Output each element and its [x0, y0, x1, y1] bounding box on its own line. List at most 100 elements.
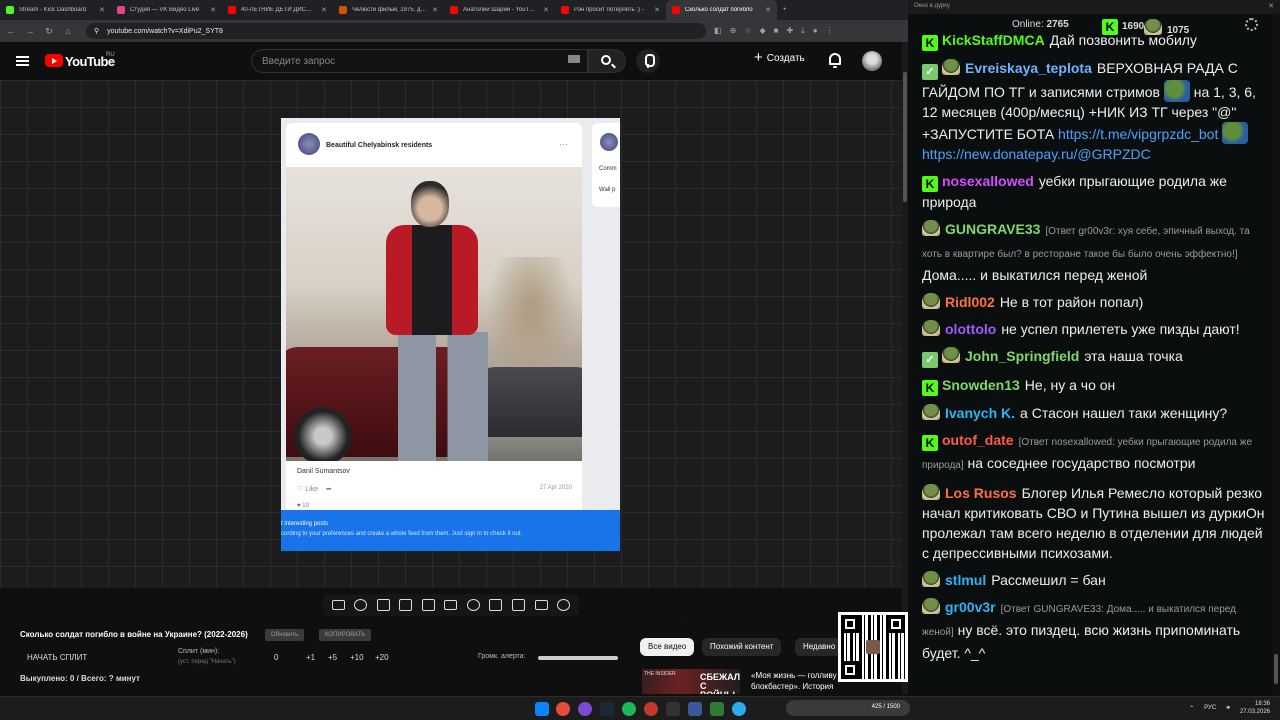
- chip-similar[interactable]: Похожий контент: [702, 638, 782, 656]
- picture-in-picture-icon[interactable]: [421, 599, 435, 611]
- site-info-icon[interactable]: ⚲: [94, 27, 99, 35]
- avatar[interactable]: [862, 51, 882, 71]
- browser-tab[interactable]: Рэн просит потерпеть :) - ✕: [555, 0, 666, 20]
- zoom-icon[interactable]: ⊕: [730, 26, 737, 36]
- spotify-icon[interactable]: [622, 702, 636, 716]
- chat-username[interactable]: Ridl002: [945, 294, 995, 310]
- loop-icon[interactable]: [331, 600, 345, 610]
- chat-link[interactable]: https://new.donatepay.ru/@GRPZDC: [922, 146, 1151, 162]
- profile-icon[interactable]: ●: [813, 26, 818, 36]
- chip-all-videos[interactable]: Все видео: [640, 638, 695, 656]
- create-button[interactable]: + Создать: [754, 50, 805, 65]
- download-icon[interactable]: ⤓: [801, 26, 805, 36]
- extension-icon[interactable]: ■: [774, 26, 779, 36]
- split-add-1-button[interactable]: +1: [306, 653, 315, 662]
- reload-icon[interactable]: ↻: [41, 26, 57, 37]
- search-button[interactable]: [588, 49, 626, 73]
- tray-widget[interactable]: 425 / 1500: [786, 700, 910, 716]
- split-add-20-button[interactable]: +20: [375, 653, 389, 662]
- extension-icon[interactable]: ◆: [759, 26, 765, 36]
- star-icon[interactable]: ☆: [744, 26, 751, 36]
- browser-tab[interactable]: Студия — VK Видео Live ✕: [111, 0, 222, 20]
- chat-username[interactable]: Los Rusos: [945, 485, 1017, 501]
- browser-tab[interactable]: Челюсти фильм, 1975, дата ✕: [333, 0, 444, 20]
- alert-volume-slider[interactable]: [538, 656, 618, 660]
- url-field[interactable]: ⚲ youtube.com/watch?v=XdiPu2_SYT8: [86, 23, 706, 39]
- chat-username[interactable]: gr00v3r: [945, 599, 996, 615]
- film-icon[interactable]: [399, 599, 413, 611]
- camera-icon[interactable]: [512, 599, 526, 611]
- close-icon[interactable]: ✕: [321, 6, 327, 14]
- close-icon[interactable]: ✕: [654, 6, 660, 14]
- new-tab-button[interactable]: +: [777, 0, 797, 20]
- chrome-icon[interactable]: [556, 702, 570, 716]
- close-icon[interactable]: ✕: [1268, 2, 1274, 10]
- youtube-logo-icon[interactable]: [45, 54, 63, 67]
- close-icon[interactable]: ✕: [99, 6, 105, 14]
- chat-username[interactable]: Ivanych K.: [945, 405, 1015, 421]
- update-button[interactable]: Обновить: [265, 629, 305, 641]
- photo-person-legs: [398, 332, 488, 461]
- chevron-up-icon[interactable]: ⌃: [1189, 705, 1194, 712]
- back-icon[interactable]: ←: [3, 26, 19, 36]
- pepe-badge-icon: [942, 347, 960, 363]
- app-icon[interactable]: [578, 702, 592, 716]
- chat-username[interactable]: KickStaffDMCA: [942, 32, 1045, 48]
- recommendation-thumbnail[interactable]: THE INSIDER СБЕЖАЛ С ВОЙНЫ: [642, 669, 740, 694]
- steam-icon[interactable]: [600, 702, 614, 716]
- split-add-10-button[interactable]: +10: [350, 653, 364, 662]
- more-icon[interactable]: ⋮: [826, 26, 834, 36]
- browser-tab[interactable]: Stream - Kick Dashboard ✕: [0, 0, 111, 20]
- chat-username[interactable]: olottolo: [945, 321, 996, 337]
- mic-button[interactable]: [636, 49, 660, 73]
- split-label: Сплит (мин):: [178, 648, 220, 655]
- chat-text: эта наша точка: [1084, 348, 1183, 364]
- close-icon[interactable]: ✕: [432, 6, 438, 14]
- browser-tab[interactable]: 40-ЛЕТНИЕ ДЕТИ ДИСНЕЯ ✕: [222, 0, 333, 20]
- speed-icon[interactable]: [466, 599, 480, 611]
- chat-username[interactable]: John_Springfield: [965, 348, 1079, 364]
- start-icon[interactable]: [535, 702, 549, 716]
- cinema-icon[interactable]: [444, 600, 458, 610]
- app-icon[interactable]: [688, 702, 702, 716]
- home-icon[interactable]: ⌂: [60, 26, 76, 36]
- language-indicator[interactable]: РУС: [1204, 705, 1216, 711]
- add-icon[interactable]: [489, 599, 503, 611]
- chat-username[interactable]: GUNGRAVE33: [945, 221, 1040, 237]
- chat-link[interactable]: https://t.me/vipgrpzdc_bot: [1058, 126, 1218, 142]
- browser-tab[interactable]: Анатолий Шарий - YouTube ✕: [444, 0, 555, 20]
- flask-icon[interactable]: [534, 600, 548, 610]
- obs-icon[interactable]: [666, 702, 680, 716]
- telegram-icon[interactable]: [732, 702, 746, 716]
- chat-username[interactable]: nosexallowed: [942, 173, 1034, 189]
- chat-username[interactable]: outof_date: [942, 432, 1014, 448]
- clock[interactable]: 18:36 27.03.2026: [1240, 700, 1270, 716]
- close-icon[interactable]: ✕: [543, 6, 549, 14]
- extension-icon[interactable]: ◧: [714, 26, 722, 36]
- chat-scrollbar[interactable]: [1272, 14, 1280, 696]
- app-icon[interactable]: [644, 702, 658, 716]
- forward-icon[interactable]: →: [22, 26, 38, 36]
- chat-username[interactable]: stlmul: [945, 572, 986, 588]
- chat-username[interactable]: Evreiskaya_teplota: [965, 60, 1092, 76]
- volume-icon[interactable]: 🕪: [1226, 705, 1230, 712]
- app-icon[interactable]: [710, 702, 724, 716]
- keyboard-icon[interactable]: [568, 55, 580, 63]
- close-icon[interactable]: ✕: [765, 6, 771, 14]
- chip-recent[interactable]: Недавно: [795, 638, 844, 656]
- puzzle-icon[interactable]: ✚: [786, 26, 793, 36]
- split-add-5-button[interactable]: +5: [328, 653, 337, 662]
- video-settings-icon[interactable]: [376, 599, 390, 611]
- recommendation-title[interactable]: «Моя жизнь — голливу блокбастер». Истори…: [751, 670, 837, 694]
- menu-icon[interactable]: [16, 56, 29, 66]
- kick-badge-icon: K: [922, 380, 938, 396]
- audio-icon[interactable]: [354, 599, 368, 611]
- bell-icon[interactable]: [829, 53, 841, 68]
- search-input[interactable]: Введите запрос: [251, 49, 588, 73]
- copy-button[interactable]: КОПИРОВАТЬ: [319, 629, 372, 641]
- close-icon[interactable]: ✕: [210, 6, 216, 14]
- gear-icon[interactable]: [557, 599, 571, 611]
- browser-tab[interactable]: Сколько солдат погибло ✕: [666, 0, 777, 20]
- start-split-button[interactable]: НАЧАТЬ СПЛИТ: [27, 653, 87, 662]
- chat-username[interactable]: Snowden13: [942, 377, 1020, 393]
